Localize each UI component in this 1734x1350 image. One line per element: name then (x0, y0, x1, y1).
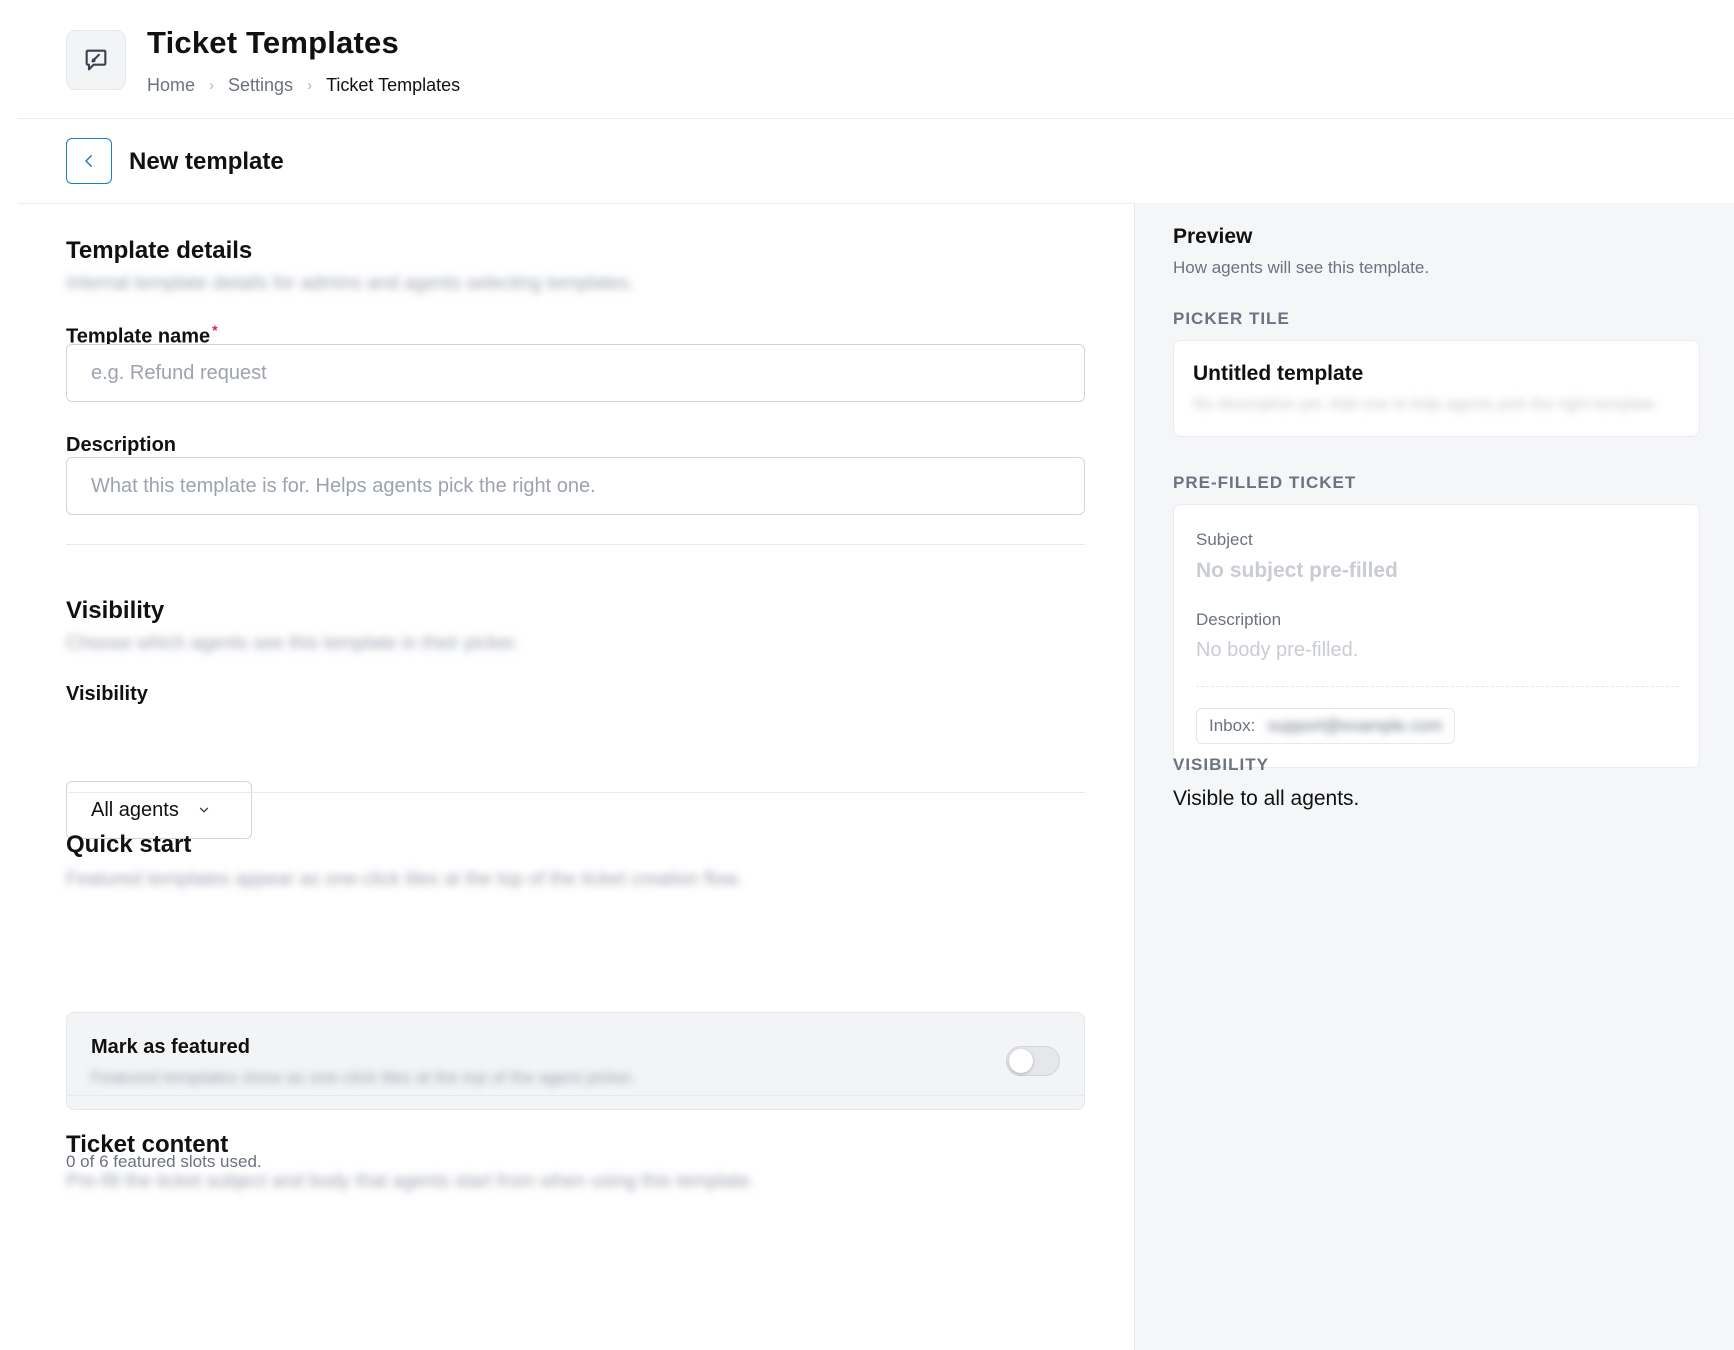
breadcrumb-settings[interactable]: Settings (228, 75, 293, 96)
breadcrumb-separator-icon: › (209, 77, 215, 94)
template-form: Template details Internal template detai… (18, 203, 1135, 1350)
sub-header: New template (18, 119, 1734, 204)
body-area: Template details Internal template detai… (18, 203, 1734, 1350)
section-divider (66, 1095, 1085, 1096)
description-preview-label: Description (1196, 610, 1282, 629)
breadcrumb-separator-icon: › (307, 77, 313, 94)
inbox-pill: Inbox: support@example.com (1196, 708, 1456, 744)
breadcrumb-home[interactable]: Home (147, 75, 195, 96)
visibility-section-title: Visibility (66, 597, 165, 624)
ticket-content-title: Ticket content (66, 1131, 229, 1158)
inbox-value: support@example.com (1267, 716, 1443, 735)
subject-label: Subject (1196, 530, 1253, 549)
back-button[interactable] (66, 138, 112, 184)
template-details-subtitle: Internal template details for admins and… (66, 273, 635, 294)
section-divider (66, 544, 1085, 545)
description-empty-text: No body pre-filled. (1196, 639, 1359, 661)
page-title: Ticket Templates (147, 25, 399, 60)
page-header: Ticket Templates Home › Settings › Ticke… (18, 0, 1734, 119)
visibility-field-label: Visibility (66, 683, 148, 705)
page: Ticket Templates Home › Settings › Ticke… (18, 0, 1734, 1350)
section-divider (66, 792, 1085, 793)
picker-tile-card: Untitled template No description yet. Ad… (1173, 340, 1700, 437)
chevron-left-icon (80, 152, 98, 170)
tile-title: Untitled template (1193, 362, 1364, 385)
preview-title: Preview (1173, 225, 1253, 248)
featured-toggle[interactable] (1006, 1046, 1060, 1076)
required-marker: * (212, 322, 218, 338)
template-details-title: Template details (66, 237, 253, 264)
description-input[interactable] (66, 457, 1085, 515)
featured-label: Mark as featured (91, 1036, 250, 1058)
prefilled-ticket-card: Subject No subject pre-filled Descriptio… (1173, 504, 1700, 768)
visibility-subtitle: Choose which agents see this template in… (66, 633, 520, 654)
visibility-selected-value: All agents (91, 798, 179, 821)
visibility-preview-heading: VISIBILITY (1173, 755, 1269, 774)
quick-start-subtitle: Featured templates appear as one-click t… (66, 869, 742, 890)
new-template-title: New template (129, 148, 284, 175)
inbox-label: Inbox: (1209, 716, 1256, 735)
preview-subtitle: How agents will see this template. (1173, 258, 1430, 277)
template-name-input[interactable] (66, 344, 1085, 402)
ticket-content-subtitle: Pre-fill the ticket subject and body tha… (66, 1171, 755, 1192)
toggle-knob (1009, 1049, 1033, 1073)
quick-start-title: Quick start (66, 831, 192, 858)
description-label: Description (66, 434, 177, 456)
chevron-down-icon (197, 803, 211, 817)
chat-edit-icon (66, 30, 126, 90)
breadcrumb: Home › Settings › Ticket Templates (147, 75, 460, 96)
prefilled-ticket-heading: PRE-FILLED TICKET (1173, 473, 1357, 492)
picker-tile-heading: PICKER TILE (1173, 309, 1290, 328)
preview-panel: Preview How agents will see this templat… (1135, 203, 1734, 1350)
featured-description: Featured templates show as one-click til… (91, 1068, 636, 1087)
tile-description: No description yet. Add one to help agen… (1193, 396, 1660, 413)
subject-empty-text: No subject pre-filled (1196, 559, 1398, 582)
breadcrumb-current: Ticket Templates (326, 75, 461, 95)
visibility-preview-text: Visible to all agents. (1173, 787, 1360, 810)
dashed-divider (1196, 686, 1679, 687)
